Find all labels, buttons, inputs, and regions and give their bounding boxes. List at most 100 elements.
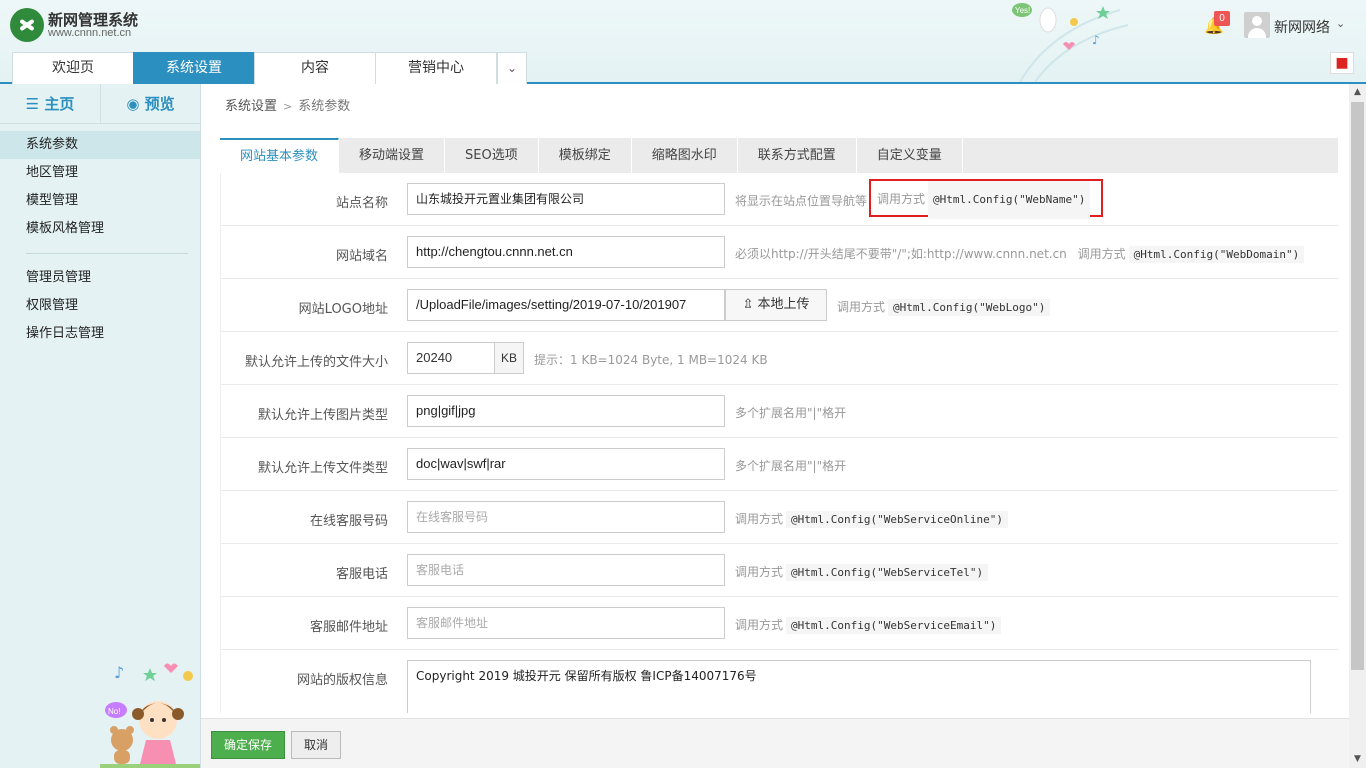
- tab-basic-params[interactable]: 网站基本参数: [220, 138, 340, 173]
- breadcrumb-current: 系统参数: [298, 99, 351, 114]
- eye-icon: ◉: [126, 95, 140, 113]
- user-name[interactable]: 新网网络: [1274, 17, 1330, 37]
- domain-call-label: 调用方式: [1077, 247, 1126, 261]
- file-types-input[interactable]: doc|wav|swf|rar: [407, 448, 725, 480]
- breadcrumb: 系统设置 > 系统参数: [225, 95, 350, 114]
- site-name-input[interactable]: 山东城投开元置业集团有限公司: [407, 183, 725, 215]
- nav-tab-welcome[interactable]: 欢迎页: [12, 52, 134, 84]
- scroll-down-icon[interactable]: ▼: [1349, 751, 1366, 768]
- sidebar-divider: [26, 253, 188, 254]
- settings-form: 站点名称 山东城投开元置业集团有限公司 将显示在站点位置导航等 调用方式 @Htm…: [220, 173, 1338, 713]
- domain-label: 网站域名: [335, 249, 388, 264]
- site-name-hint: 将显示在站点位置导航等: [735, 194, 868, 208]
- page-scrollbar[interactable]: ▲ ▼: [1349, 84, 1366, 768]
- service-email-hint: 调用方式 @Html.Config("WebServiceEmail"): [735, 616, 1002, 634]
- preview-button[interactable]: ◉ 预览: [100, 84, 200, 124]
- file-size-input[interactable]: 20240: [407, 342, 495, 374]
- local-upload-button[interactable]: ⇫ 本地上传: [725, 289, 827, 321]
- logo-call-label: 调用方式: [837, 300, 886, 314]
- cancel-button[interactable]: 取消: [291, 731, 341, 759]
- service-online-call-label: 调用方式: [735, 512, 784, 526]
- save-button[interactable]: 确定保存: [211, 731, 285, 759]
- form-row-copyright: 网站的版权信息 Copyright 2019 城投开元 保留所有版权 鲁ICP备…: [221, 650, 1338, 713]
- decorative-illustration: Yes! ♪: [1012, 3, 1129, 82]
- service-tel-code: @Html.Config("WebServiceTel"): [786, 564, 989, 581]
- nav-tab-marketing[interactable]: 营销中心: [375, 52, 497, 84]
- tab-thumbnail-watermark[interactable]: 缩略图水印: [632, 138, 738, 173]
- brand-url: www.cnnn.net.cn: [48, 27, 132, 39]
- breadcrumb-parent[interactable]: 系统设置: [225, 99, 277, 114]
- sidebar-item-model[interactable]: 模型管理: [0, 187, 200, 215]
- form-row-logo: 网站LOGO地址 /UploadFile/images/setting/2019…: [221, 279, 1338, 332]
- form-row-file-size: 默认允许上传的文件大小 20240 KB 提示：1 KB=1024 Byte, …: [221, 332, 1338, 385]
- tab-contact-config[interactable]: 联系方式配置: [738, 138, 857, 173]
- sidebar-item-permissions[interactable]: 权限管理: [0, 292, 200, 320]
- scroll-up-icon[interactable]: ▲: [1349, 84, 1366, 101]
- tab-mobile[interactable]: 移动端设置: [339, 138, 446, 173]
- form-footer: 确定保存 取消: [201, 718, 1349, 768]
- service-online-hint: 调用方式 @Html.Config("WebServiceOnline"): [735, 510, 1008, 528]
- service-tel-call-label: 调用方式: [735, 565, 784, 579]
- logo-label: 网站LOGO地址: [298, 302, 388, 317]
- home-button[interactable]: ☰ 主页: [0, 84, 100, 124]
- svg-text:No!: No!: [108, 707, 120, 716]
- top-header: 新网管理系统 www.cnnn.net.cn 欢迎页 系统设置 内容 营销中心 …: [0, 0, 1366, 84]
- svg-text:♪: ♪: [114, 663, 124, 682]
- scrollbar-thumb[interactable]: [1351, 102, 1364, 670]
- layers-icon: ☰: [25, 95, 40, 113]
- file-size-hint: 提示：1 KB=1024 Byte, 1 MB=1024 KB: [534, 353, 768, 367]
- image-types-input[interactable]: png|gif|jpg: [407, 395, 725, 427]
- site-name-label: 站点名称: [335, 196, 388, 211]
- nav-more-button[interactable]: ⌄: [497, 52, 527, 84]
- copyright-textarea[interactable]: Copyright 2019 城投开元 保留所有版权 鲁ICP备14007176…: [407, 660, 1311, 713]
- service-tel-input[interactable]: 客服电话: [407, 554, 725, 586]
- domain-code: @Html.Config("WebDomain"): [1128, 246, 1305, 263]
- main-content: 系统设置 > 系统参数 网站基本参数 移动端设置 SEO选项 模板绑定 缩略图水印 …: [201, 84, 1349, 768]
- copyright-label: 网站的版权信息: [296, 673, 388, 688]
- main-nav: 欢迎页 系统设置 内容 营销中心 ⌄: [12, 52, 527, 84]
- form-row-service-email: 客服邮件地址 客服邮件地址 调用方式 @Html.Config("WebServi…: [221, 597, 1338, 650]
- chevron-down-icon: ⌄: [506, 61, 518, 75]
- chevron-down-icon[interactable]: ⌄: [1336, 17, 1345, 30]
- sidebar-item-template-style[interactable]: 模板风格管理: [0, 215, 200, 243]
- file-types-label: 默认允许上传文件类型: [257, 461, 388, 476]
- settings-tabs: 网站基本参数 移动端设置 SEO选项 模板绑定 缩略图水印 联系方式配置 自定义…: [220, 138, 1338, 173]
- preview-label: 预览: [144, 95, 175, 113]
- image-types-hint: 多个扩展名用"|"格开: [735, 406, 847, 420]
- avatar[interactable]: [1244, 12, 1270, 38]
- sidebar: ☰ 主页 ◉ 预览 系统参数 地区管理 模型管理 模板风格管理 管理员管理 权限…: [0, 84, 201, 768]
- site-name-call-label: 调用方式: [877, 192, 926, 206]
- site-name-code: @Html.Config("WebName"): [928, 181, 1091, 219]
- svg-text:Yes!: Yes!: [1015, 6, 1030, 15]
- sidebar-item-region[interactable]: 地区管理: [0, 159, 200, 187]
- sidebar-item-oplog[interactable]: 操作日志管理: [0, 320, 200, 348]
- shirt-icon: ■: [1335, 55, 1349, 71]
- service-online-input[interactable]: 在线客服号码: [407, 501, 725, 533]
- sidebar-item-admin[interactable]: 管理员管理: [0, 264, 200, 292]
- nav-tab-content[interactable]: 内容: [254, 52, 376, 84]
- domain-hint-text: 必须以http://开头结尾不要带"/";如:http://www.cnnn.n…: [735, 247, 1067, 261]
- service-email-call-label: 调用方式: [735, 618, 784, 632]
- service-email-input[interactable]: 客服邮件地址: [407, 607, 725, 639]
- tab-template-binding[interactable]: 模板绑定: [539, 138, 632, 173]
- sidebar-item-system-params[interactable]: 系统参数: [0, 131, 200, 159]
- kids-illustration: ♪ No!: [100, 663, 200, 768]
- form-row-file-types: 默认允许上传文件类型 doc|wav|swf|rar 多个扩展名用"|"格开: [221, 438, 1338, 491]
- domain-hint: 必须以http://开头结尾不要带"/";如:http://www.cnnn.n…: [735, 245, 1305, 263]
- notification-badge: 0: [1214, 11, 1230, 26]
- form-row-service-tel: 客服电话 客服电话 调用方式 @Html.Config("WebServiceTe…: [221, 544, 1338, 597]
- sidebar-top-actions: ☰ 主页 ◉ 预览: [0, 84, 200, 124]
- tab-seo[interactable]: SEO选项: [445, 138, 539, 173]
- upload-icon: ⇫: [742, 297, 754, 312]
- domain-input[interactable]: http://chengtou.cnnn.net.cn: [407, 236, 725, 268]
- form-row-image-types: 默认允许上传图片类型 png|gif|jpg 多个扩展名用"|"格开: [221, 385, 1338, 438]
- theme-shirt-button[interactable]: ■: [1330, 52, 1354, 74]
- tab-custom-vars[interactable]: 自定义变量: [857, 138, 963, 173]
- file-types-hint: 多个扩展名用"|"格开: [735, 459, 847, 473]
- form-row-site-name: 站点名称 山东城投开元置业集团有限公司 将显示在站点位置导航等 调用方式 @Htm…: [221, 173, 1338, 226]
- svg-text:♪: ♪: [1092, 33, 1100, 47]
- logo-input[interactable]: /UploadFile/images/setting/2019-07-10/20…: [407, 289, 725, 321]
- sidebar-menu: 系统参数 地区管理 模型管理 模板风格管理 管理员管理 权限管理 操作日志管理: [0, 131, 200, 348]
- nav-tab-system-settings[interactable]: 系统设置: [133, 52, 255, 84]
- service-tel-label: 客服电话: [335, 567, 388, 582]
